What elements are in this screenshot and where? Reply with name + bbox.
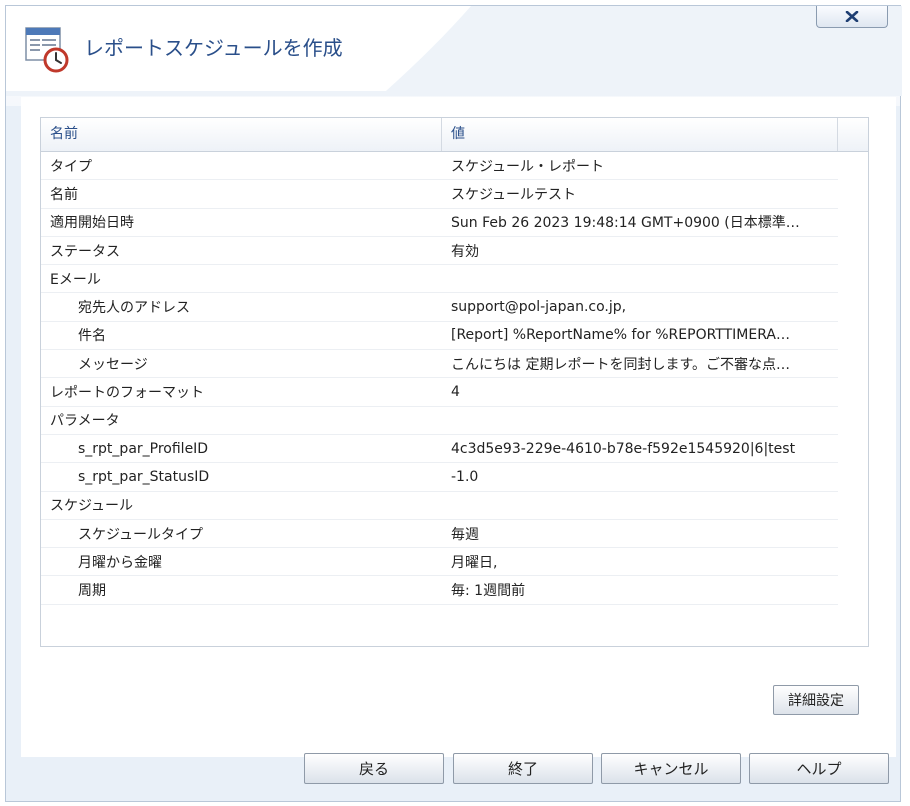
row-value: support@pol-japan.co.jp, <box>451 299 627 316</box>
table-row[interactable]: タイプ スケジュール・レポート <box>41 152 838 181</box>
summary-grid: 名前 値 タイプ スケジュール・レポート 名前 スケジュールテスト 適用開始日時 Sun … <box>40 117 869 647</box>
table-row[interactable]: 月曜から金曜 月曜日, <box>41 548 838 577</box>
row-value: スケジュール・レポート <box>451 158 605 175</box>
table-row[interactable]: スケジュール <box>41 492 838 520</box>
table-row[interactable]: スケジュールタイプ 毎週 <box>41 520 838 549</box>
row-value: [Report] %ReportName% for %REPORTTIMERA… <box>451 327 790 344</box>
row-key: スケジュールタイプ <box>78 526 204 543</box>
report-schedule-icon <box>25 27 69 73</box>
table-row[interactable]: 件名 [Report] %ReportName% for %REPORTTIMER… <box>41 322 838 351</box>
row-key: 名前 <box>50 186 78 203</box>
table-row[interactable]: メッセージ こんにちは 定期レポートを同封します。ご不審な点… <box>41 350 838 379</box>
row-key: 適用開始日時 <box>50 215 134 232</box>
help-button[interactable]: ヘルプ <box>749 753 889 784</box>
table-row[interactable]: パラメータ <box>41 407 838 435</box>
row-value: 4 <box>451 384 460 401</box>
row-value: 月曜日, <box>451 554 498 571</box>
row-key: s_rpt_par_StatusID <box>78 468 210 485</box>
row-key: s_rpt_par_ProfileID <box>78 440 209 457</box>
row-value: こんにちは 定期レポートを同封します。ご不審な点… <box>451 356 791 373</box>
row-key: Eメール <box>50 271 101 288</box>
column-header-value[interactable]: 値 <box>442 118 838 151</box>
close-button[interactable] <box>816 6 888 28</box>
back-button[interactable]: 戻る <box>304 753 444 784</box>
row-key: スケジュール <box>50 498 134 515</box>
table-row[interactable]: 周期 毎: 1週間前 <box>41 576 838 605</box>
row-value: Sun Feb 26 2023 19:48:14 GMT+0900 (日本標準… <box>451 215 800 232</box>
row-value: スケジュールテスト <box>451 186 577 203</box>
row-value: -1.0 <box>451 468 479 485</box>
table-row[interactable]: 名前 スケジュールテスト <box>41 180 838 209</box>
row-key: パラメータ <box>50 413 120 430</box>
row-key: 件名 <box>78 328 106 345</box>
finish-button[interactable]: 終了 <box>453 753 593 784</box>
table-row[interactable]: Eメール <box>41 265 838 294</box>
advanced-settings-button[interactable]: 詳細設定 <box>773 685 859 715</box>
table-row[interactable]: s_rpt_par_StatusID -1.0 <box>41 463 838 492</box>
cancel-button[interactable]: キャンセル <box>601 753 741 784</box>
row-key: レポートのフォーマット <box>50 385 204 402</box>
row-value: 4c3d5e93-229e-4610-b78e-f592e1545920|6|t… <box>451 440 796 457</box>
row-key: ステータス <box>50 243 120 260</box>
close-icon <box>845 11 859 22</box>
dialog-title: レポートスケジュールを作成 <box>84 36 343 60</box>
row-key: メッセージ <box>78 356 148 373</box>
table-row[interactable]: 宛先人のアドレス support@pol-japan.co.jp, <box>41 293 838 322</box>
row-key: 周期 <box>78 583 106 600</box>
grid-body: タイプ スケジュール・レポート名前 スケジュールテスト適用開始日時 Sun Feb 2… <box>41 152 868 605</box>
table-row[interactable]: ステータス 有効 <box>41 237 838 266</box>
row-value: 毎週 <box>451 526 479 543</box>
grid-header: 名前 値 <box>41 118 868 152</box>
column-header-spacer <box>838 118 868 151</box>
row-value: 毎: 1週間前 <box>451 583 526 600</box>
row-key: 月曜から金曜 <box>78 554 162 571</box>
row-key: タイプ <box>50 158 92 175</box>
row-key: 宛先人のアドレス <box>78 300 190 317</box>
table-row[interactable]: レポートのフォーマット 4 <box>41 378 838 407</box>
row-value: 有効 <box>451 243 479 260</box>
column-header-name[interactable]: 名前 <box>41 118 442 151</box>
table-row[interactable]: 適用開始日時 Sun Feb 26 2023 19:48:14 GMT+0900 … <box>41 209 838 237</box>
table-row[interactable]: s_rpt_par_ProfileID 4c3d5e93-229e-4610-b7… <box>41 435 838 464</box>
